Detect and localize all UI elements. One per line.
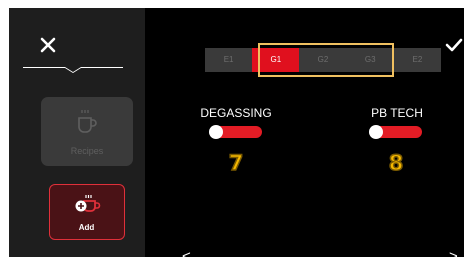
confirm-button[interactable] [445, 38, 463, 57]
degassing-marker: 7 [228, 151, 244, 175]
grinder-option-e2[interactable]: E2 [394, 48, 441, 72]
pb-tech-marker: 8 [388, 151, 404, 175]
sidebar: Recipes Add [9, 8, 145, 257]
checkmark-icon [445, 38, 463, 52]
brand-logo-line [23, 67, 123, 73]
pb-tech-toggle-knob [369, 125, 383, 139]
grinder-selector: E1 G1 G2 G3 E2 [205, 48, 441, 72]
machine-screen: Recipes Add E1 G1 G2 G3 E2 DEGASSING 7 P… [9, 8, 464, 257]
pb-tech-label: PB TECH [371, 106, 423, 120]
close-icon [40, 37, 56, 53]
pb-tech-toggle[interactable] [369, 125, 422, 139]
degassing-toggle[interactable] [209, 125, 262, 139]
add-label: Add [78, 223, 95, 232]
coffee-cup-icon [78, 110, 97, 133]
add-coffee-icon [75, 195, 101, 212]
degassing-label: DEGASSING [200, 106, 272, 120]
close-button[interactable] [40, 37, 56, 53]
previous-page-button[interactable]: < [182, 249, 191, 257]
grinder-option-g2[interactable]: G2 [299, 48, 346, 72]
grinder-option-g1[interactable]: G1 [252, 48, 300, 72]
add-recipe-button[interactable]: Add [49, 184, 125, 240]
grinder-option-g3[interactable]: G3 [347, 48, 394, 72]
recipes-button[interactable]: Recipes [41, 97, 133, 166]
recipes-label: Recipes [70, 146, 104, 156]
next-page-button[interactable]: > [449, 249, 458, 257]
degassing-toggle-knob [209, 125, 223, 139]
grinder-option-e1[interactable]: E1 [205, 48, 252, 72]
